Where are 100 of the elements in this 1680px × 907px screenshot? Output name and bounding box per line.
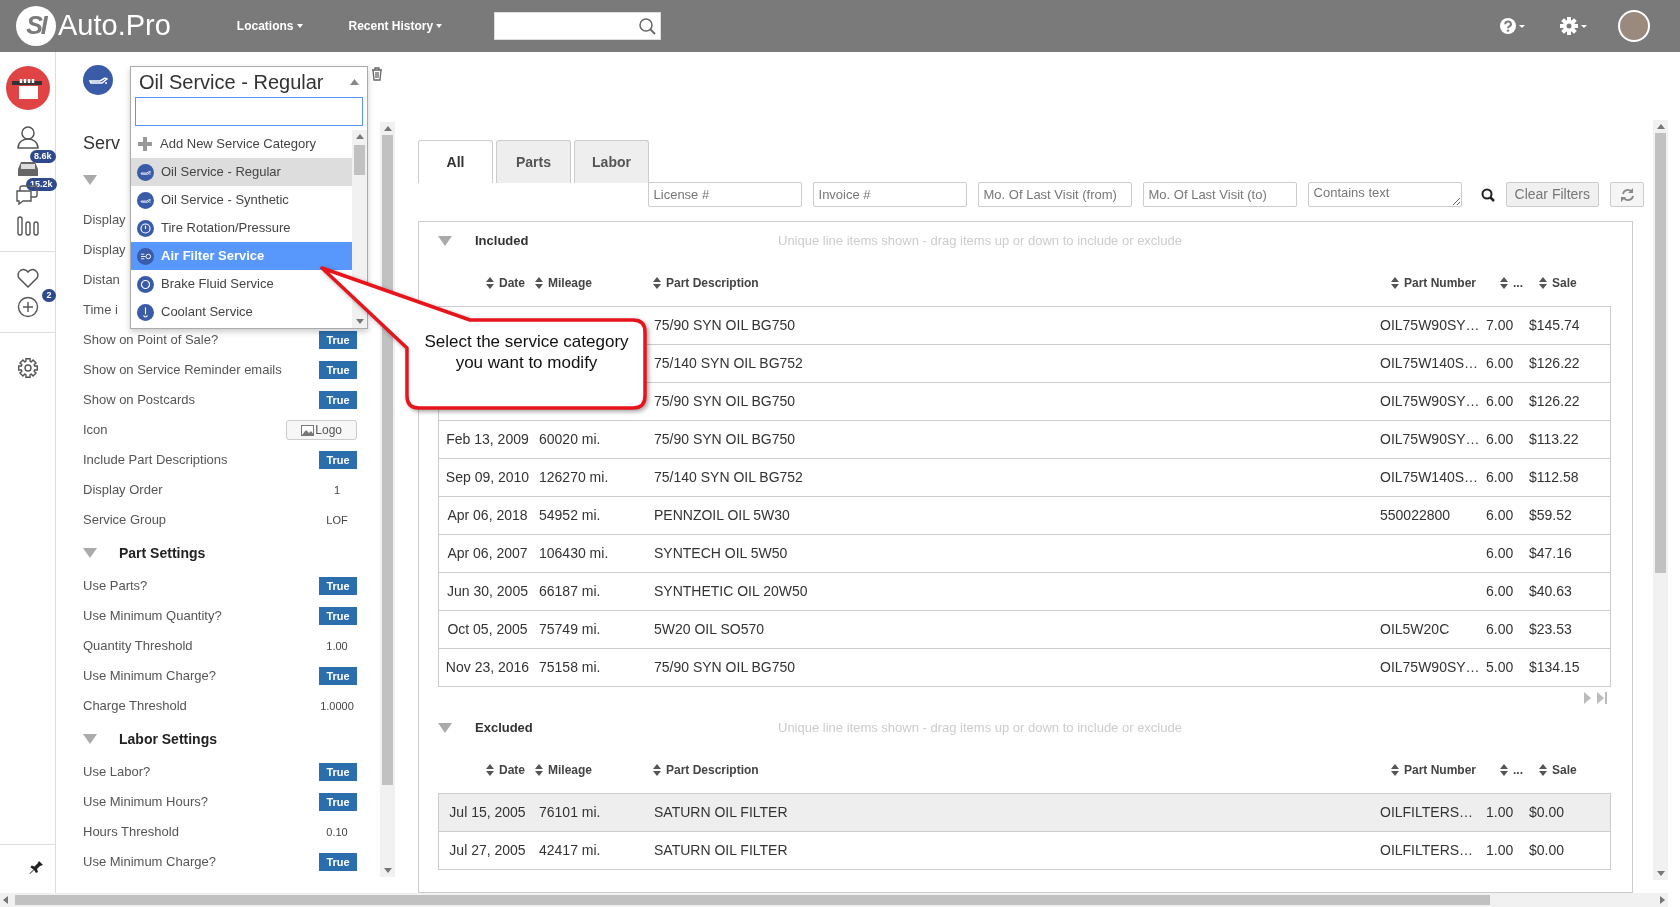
sort-icon[interactable] [486, 764, 494, 776]
table-cell: 6.00 [1486, 621, 1514, 637]
sort-icon[interactable] [486, 277, 494, 289]
tab[interactable]: Labor [574, 140, 649, 183]
shop-logo-icon[interactable] [5, 66, 50, 110]
dropdown-option[interactable]: Add New Service Category [131, 130, 352, 158]
column-header[interactable]: Part Description [653, 274, 1378, 292]
section-heading: Labor Settings [119, 729, 217, 749]
column-header[interactable]: Date [438, 274, 535, 292]
search-text-field[interactable]: Contains text [1307, 182, 1462, 207]
nav-menu[interactable]: Recent History [342, 16, 449, 36]
sort-icon[interactable] [653, 764, 661, 776]
vertical-scrollbar[interactable] [1653, 120, 1668, 880]
nav-menu[interactable]: Locations [230, 16, 309, 36]
setting-label: Use Parts? [83, 577, 148, 596]
toggle-badge[interactable]: True [319, 576, 357, 596]
toggle-badge[interactable]: True [319, 390, 357, 410]
pin-icon[interactable] [28, 859, 45, 875]
settings-icon[interactable] [16, 357, 39, 379]
table-cell: Oct 05, 2005 [447, 621, 528, 637]
column-header[interactable]: Part Number [1378, 761, 1487, 779]
sort-icon[interactable] [535, 277, 543, 289]
table-cell: OIL75W90SY… [1380, 659, 1480, 675]
table-cell: OIL5W20C [1380, 621, 1450, 637]
person-icon[interactable] [15, 124, 40, 149]
toggle-badge[interactable]: True [319, 606, 357, 626]
table-cell: SYNTECH OIL 5W50 [654, 545, 788, 561]
toggle-badge[interactable]: True [319, 450, 357, 470]
column-header[interactable]: Sale [1530, 274, 1611, 292]
section-heading: Excluded [475, 719, 533, 738]
filter-field[interactable]: Invoice # [812, 182, 967, 207]
column-header[interactable]: Mileage [535, 761, 653, 779]
column-header[interactable]: ... [1487, 274, 1530, 292]
table-cell: 6.00 [1486, 355, 1514, 371]
settings-icon[interactable] [1560, 17, 1588, 35]
dropdown-option[interactable]: Brake Fluid Service [131, 270, 352, 298]
table-cell: 5.00 [1486, 659, 1514, 675]
tab[interactable]: All [418, 140, 493, 183]
service-dropdown[interactable]: Oil Service - Regular Add New Service Category Oil Service - Regular Oil Service - Synthetic Tire Rotation/Pressure Air Filter Service Brake Fluid Service Coolant Service [130, 66, 368, 329]
sort-icon[interactable] [1539, 277, 1547, 289]
toggle-badge[interactable]: True [319, 330, 357, 350]
sort-icon[interactable] [1500, 277, 1508, 289]
filter-field[interactable]: Mo. Of Last Visit (from) [977, 182, 1132, 207]
table-cell: Apr 06, 2007 [447, 545, 528, 561]
column-header[interactable]: Part Number [1378, 274, 1487, 292]
logo-mark[interactable]: SI [16, 6, 56, 46]
toggle-badge[interactable]: True [319, 360, 357, 380]
help-icon[interactable] [1500, 18, 1526, 34]
table-cell: 126270 mi. [539, 469, 609, 485]
trash-icon[interactable] [371, 67, 383, 81]
dropdown-option[interactable]: Coolant Service [131, 298, 352, 326]
table-cell: 75/90 SYN OIL BG750 [654, 317, 796, 333]
logo-text[interactable]: Auto.Pro [58, 4, 171, 48]
search-icon[interactable] [1480, 187, 1495, 202]
table-cell: 6.00 [1486, 431, 1514, 447]
toggle-badge[interactable]: True [319, 762, 357, 782]
horizontal-scrollbar[interactable] [0, 893, 1668, 907]
column-header[interactable]: Part Description [653, 761, 1378, 779]
table-cell: 75/90 SYN OIL BG750 [654, 431, 796, 447]
bar-chart-icon[interactable] [15, 213, 40, 237]
table-cell: Jul 27, 2005 [449, 842, 526, 858]
tab[interactable]: Parts [496, 140, 571, 183]
dropdown-option[interactable]: Tire Rotation/Pressure [131, 214, 352, 242]
sort-icon[interactable] [653, 277, 661, 289]
chat-icon[interactable] [16, 185, 39, 205]
dropdown-option[interactable]: Oil Service - Synthetic [131, 186, 352, 214]
sort-icon[interactable] [1500, 764, 1508, 776]
search-field[interactable] [135, 97, 363, 126]
filter-field[interactable]: License # [647, 182, 802, 207]
logo-button[interactable]: Logo [286, 420, 357, 440]
sort-icon[interactable] [1391, 764, 1399, 776]
sort-icon[interactable] [1391, 277, 1399, 289]
heart-icon[interactable] [15, 266, 40, 288]
setting-label: Use Minimum Charge? [83, 853, 216, 872]
table-cell: 42417 mi. [539, 842, 601, 858]
caret-icon[interactable] [350, 79, 359, 85]
sort-icon[interactable] [1539, 764, 1547, 776]
column-header[interactable]: Mileage [535, 274, 653, 292]
avatar[interactable] [1618, 10, 1650, 42]
clear-filters-button[interactable]: Clear Filters [1505, 182, 1599, 207]
table-cell: 66187 mi. [539, 583, 601, 599]
setting-label: Use Labor? [83, 763, 151, 782]
table-cell: 54952 mi. [539, 507, 601, 523]
table-cell: $23.53 [1529, 621, 1572, 637]
filter-field[interactable]: Mo. Of Last Visit (to) [1142, 182, 1297, 207]
toggle-badge[interactable]: True [319, 792, 357, 812]
dropdown-option[interactable]: Oil Service - Regular [131, 158, 352, 186]
oil-can-icon [83, 65, 113, 95]
column-header[interactable]: Date [438, 761, 535, 779]
selected-row[interactable]: Jul 15, 2005 76101 mi. SATURN OIL FILTER OILFILTERS… 1.00 $0.00 [439, 794, 1610, 832]
vertical-scrollbar[interactable] [380, 122, 395, 877]
add-icon[interactable] [16, 296, 39, 318]
table-cell: 6.00 [1486, 583, 1514, 599]
toggle-badge[interactable]: True [319, 852, 357, 872]
sort-icon[interactable] [535, 764, 543, 776]
toggle-badge[interactable]: True [319, 666, 357, 686]
table-cell: 550022800 [1380, 507, 1451, 523]
refresh-button[interactable] [1610, 182, 1644, 207]
column-header[interactable]: ... [1487, 761, 1530, 779]
column-header[interactable]: Sale [1530, 761, 1611, 779]
